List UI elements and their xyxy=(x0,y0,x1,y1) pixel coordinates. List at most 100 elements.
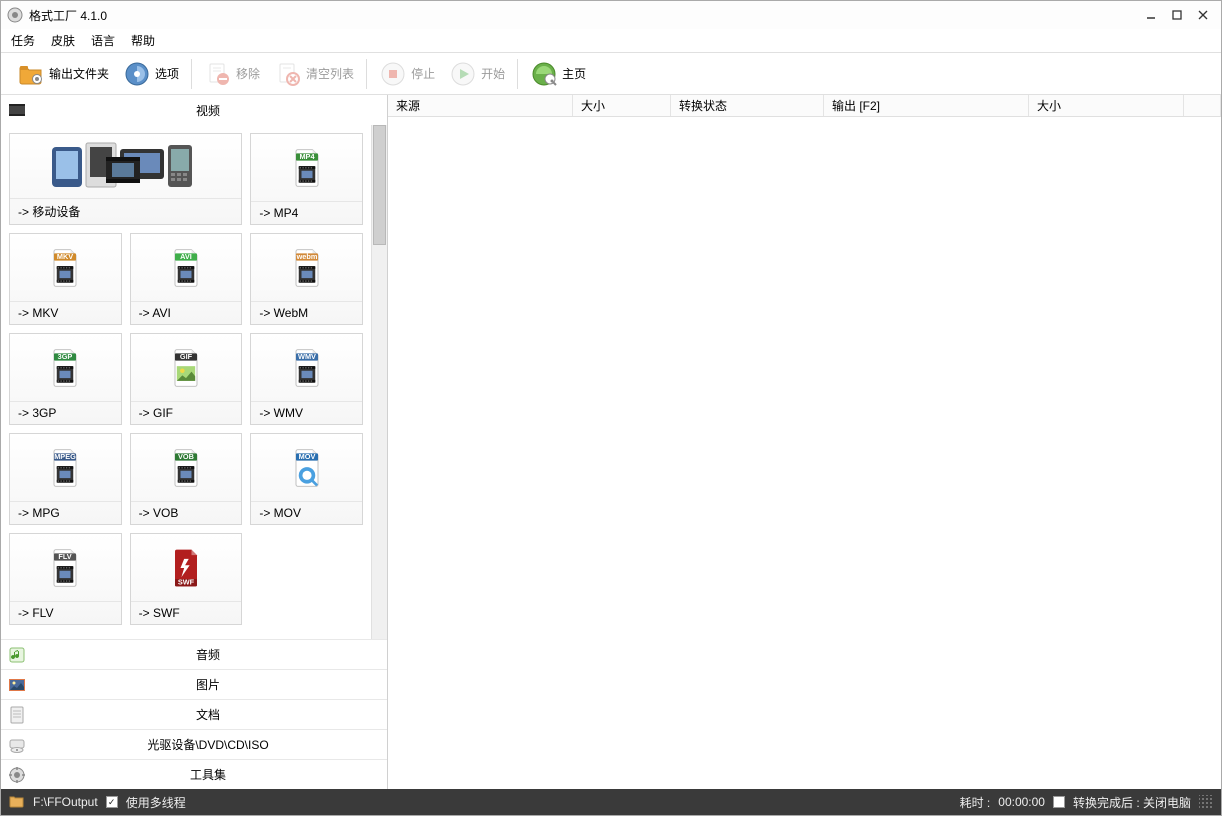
clear-list-icon xyxy=(274,60,302,88)
toolbar-label: 停止 xyxy=(411,65,435,82)
toolbar-label: 移除 xyxy=(236,65,260,82)
menu-3[interactable]: 帮助 xyxy=(131,32,155,49)
column-status[interactable]: 转换状态 xyxy=(671,95,824,116)
menu-2[interactable]: 语言 xyxy=(91,32,115,49)
avi-icon: AVI xyxy=(131,234,242,301)
toolbar-remove-button: 移除 xyxy=(198,57,266,91)
tile-avi[interactable]: AVI -> AVI xyxy=(130,233,243,325)
toolbar-output-folder-button[interactable]: 输出文件夹 xyxy=(11,57,115,91)
mpg-icon: MPEG xyxy=(10,434,121,501)
category-video[interactable]: 视频 xyxy=(1,95,387,125)
tile-gif[interactable]: GIF -> GIF xyxy=(130,333,243,425)
output-folder-icon xyxy=(17,60,45,88)
image-icon xyxy=(7,675,27,695)
gif-icon: GIF xyxy=(131,334,242,401)
elapsed-value: 00:00:00 xyxy=(998,795,1045,809)
tile-label: -> 3GP xyxy=(10,401,121,424)
svg-text:AVI: AVI xyxy=(180,251,192,260)
tile-mpg[interactable]: MPEG-> MPG xyxy=(9,433,122,525)
toolbar-start-button: 开始 xyxy=(443,57,511,91)
flv-icon: FLV xyxy=(10,534,121,601)
shutdown-label: 转换完成后 : 关闭电脑 xyxy=(1073,794,1191,811)
tile-vob[interactable]: VOB-> VOB xyxy=(130,433,243,525)
multithread-label: 使用多线程 xyxy=(126,794,186,811)
category-image[interactable]: 图片 xyxy=(1,669,387,699)
column-size2[interactable]: 大小 xyxy=(1029,95,1184,116)
mkv-icon: MKV xyxy=(10,234,121,301)
tile-label: -> SWF xyxy=(131,601,242,624)
toolbar: 输出文件夹 选项 移除 清空列表 停止 开始 主页 xyxy=(1,53,1221,95)
svg-text:MP4: MP4 xyxy=(299,151,315,160)
list-columns: 来源大小转换状态输出 [F2]大小 xyxy=(388,95,1221,117)
wmv-icon: WMV xyxy=(251,334,362,401)
svg-text:SWF: SWF xyxy=(178,577,195,586)
toolbar-label: 选项 xyxy=(155,65,179,82)
column-size[interactable]: 大小 xyxy=(573,95,671,116)
toolbar-options-button[interactable]: 选项 xyxy=(117,57,185,91)
svg-text:3GP: 3GP xyxy=(58,351,73,360)
toolbar-home-button[interactable]: 主页 xyxy=(524,57,592,91)
svg-text:MOV: MOV xyxy=(298,451,315,460)
category-audio[interactable]: 音频 xyxy=(1,639,387,669)
shutdown-checkbox[interactable] xyxy=(1053,796,1065,808)
tile-label: -> GIF xyxy=(131,401,242,424)
tile-label: -> WebM xyxy=(251,301,362,324)
toolbar-label: 输出文件夹 xyxy=(49,65,109,82)
menu-0[interactable]: 任务 xyxy=(11,32,35,49)
category-rom-label: 光驱设备\DVD\CD\ISO xyxy=(35,736,381,753)
tools-icon xyxy=(7,765,27,785)
tile-mov[interactable]: MOV -> MOV xyxy=(250,433,363,525)
toolbar-label: 开始 xyxy=(481,65,505,82)
title-bar: 格式工厂 4.1.0 xyxy=(1,1,1221,29)
tile-mp4[interactable]: MP4 -> MP4 xyxy=(250,133,363,225)
column-source[interactable]: 来源 xyxy=(388,95,573,116)
video-tiles-grid: -> 移动设备MP4-> MP4MKV-> MKVAVI-> AVIwebm->… xyxy=(1,125,371,639)
toolbar-clear-list-button: 清空列表 xyxy=(268,57,360,91)
swf-icon: SWF xyxy=(131,534,242,601)
category-document[interactable]: 文档 xyxy=(1,699,387,729)
tile-label: -> MP4 xyxy=(251,201,362,224)
tile-wmv[interactable]: WMV-> WMV xyxy=(250,333,363,425)
mobile-icon xyxy=(10,134,241,198)
tile-3gp[interactable]: 3GP -> 3GP xyxy=(9,333,122,425)
window-title: 格式工厂 4.1.0 xyxy=(29,7,1139,24)
category-image-label: 图片 xyxy=(35,676,381,693)
scrollbar-thumb[interactable] xyxy=(373,125,386,245)
svg-text:WMV: WMV xyxy=(298,351,316,360)
toolbar-label: 清空列表 xyxy=(306,65,354,82)
elapsed-label: 耗时 : xyxy=(960,794,991,811)
close-button[interactable] xyxy=(1191,5,1215,25)
column-output[interactable]: 输出 [F2] xyxy=(824,95,1029,116)
svg-text:MKV: MKV xyxy=(57,251,73,260)
tile-label: -> MOV xyxy=(251,501,362,524)
menu-1[interactable]: 皮肤 xyxy=(51,32,75,49)
vob-icon: VOB xyxy=(131,434,242,501)
remove-icon xyxy=(204,60,232,88)
audio-icon xyxy=(7,645,27,665)
tile-label: -> AVI xyxy=(131,301,242,324)
scrollbar-track[interactable] xyxy=(371,125,387,639)
tile-mkv[interactable]: MKV-> MKV xyxy=(9,233,122,325)
category-tools[interactable]: 工具集 xyxy=(1,759,387,789)
output-path[interactable]: F:\FFOutput xyxy=(33,795,98,809)
tile-mobile[interactable]: -> 移动设备 xyxy=(9,133,242,225)
home-icon xyxy=(530,60,558,88)
mov-icon: MOV xyxy=(251,434,362,501)
tile-swf[interactable]: SWF -> SWF xyxy=(130,533,243,625)
folder-open-icon[interactable] xyxy=(9,794,25,811)
start-icon xyxy=(449,60,477,88)
tile-webm[interactable]: webm-> WebM xyxy=(250,233,363,325)
maximize-button[interactable] xyxy=(1165,5,1189,25)
left-panel: 视频 -> 移动设备 MP4 -> MP4 MKV-> MKV AVI -> AVI web… xyxy=(1,95,388,789)
category-tools-label: 工具集 xyxy=(35,766,381,783)
resize-grip-icon[interactable] xyxy=(1199,795,1213,809)
svg-text:VOB: VOB xyxy=(178,451,194,460)
tile-flv[interactable]: FLV-> FLV xyxy=(9,533,122,625)
category-rom[interactable]: 光驱设备\DVD\CD\ISO xyxy=(1,729,387,759)
category-document-label: 文档 xyxy=(35,706,381,723)
svg-text:GIF: GIF xyxy=(180,351,193,360)
multithread-checkbox[interactable]: ✓ xyxy=(106,796,118,808)
menu-bar: 任务皮肤语言帮助 xyxy=(1,29,1221,53)
webm-icon: webm xyxy=(251,234,362,301)
minimize-button[interactable] xyxy=(1139,5,1163,25)
